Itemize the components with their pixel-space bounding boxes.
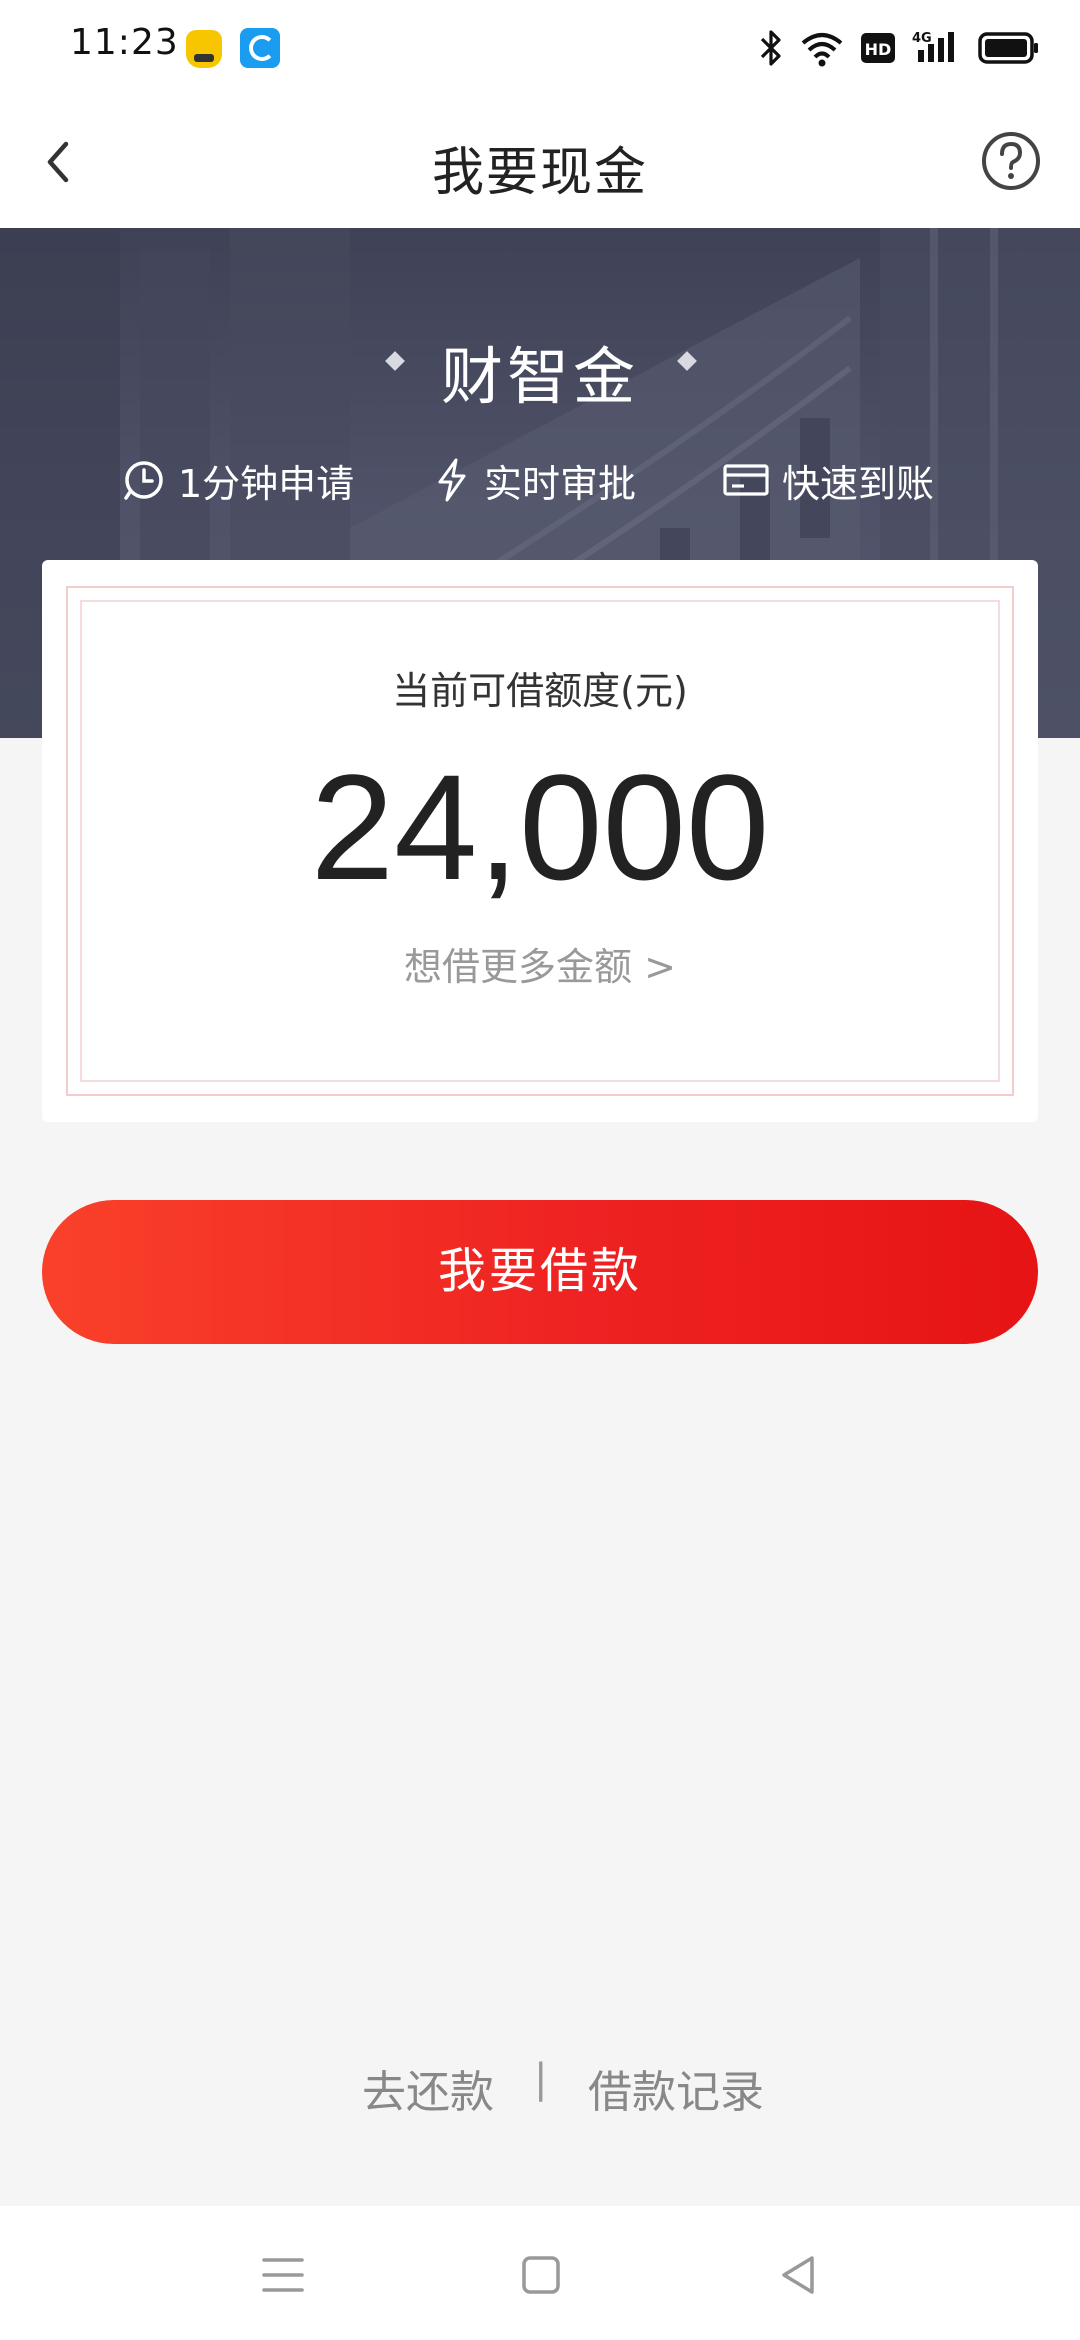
credit-limit-card: 当前可借额度(元) 24,000 想借更多金额 >	[42, 560, 1038, 1122]
system-back-button[interactable]	[776, 2252, 822, 2298]
bottom-links: 去还款 | 借款记录	[0, 2056, 1080, 2120]
svg-text:4G: 4G	[912, 31, 932, 46]
credit-limit-label: 当前可借额度(元)	[392, 669, 688, 713]
nav-bar: 我要现金	[0, 96, 1080, 228]
app-notification-icon	[186, 30, 222, 68]
svg-text:HD: HD	[865, 40, 892, 59]
status-time: 11:23	[70, 22, 179, 63]
feature-label: 1分钟申请	[178, 461, 355, 506]
status-icons: HD 4G	[758, 26, 1040, 70]
borrow-button[interactable]: 我要借款	[42, 1200, 1038, 1344]
menu-icon	[262, 2258, 304, 2292]
link-separator: |	[534, 2056, 548, 2102]
browser-notification-icon	[240, 28, 280, 68]
triangle-back-icon	[782, 2256, 814, 2294]
feature-apply: 1分钟申请	[122, 450, 354, 510]
card-icon	[723, 464, 769, 496]
repay-link[interactable]: 去还款	[362, 2056, 494, 2120]
help-button[interactable]	[980, 130, 1042, 192]
battery-icon	[978, 31, 1040, 65]
square-icon	[522, 2256, 560, 2294]
hd-icon: HD	[860, 30, 896, 66]
feature-approve: 实时审批	[432, 450, 636, 510]
bluetooth-icon	[758, 28, 784, 68]
system-nav-bar	[0, 2206, 1080, 2340]
signal-4g-icon: 4G	[912, 28, 962, 68]
recent-apps-button[interactable]	[260, 2252, 306, 2298]
status-bar: 11:23 HD 4G	[0, 0, 1080, 96]
feature-list: 1分钟申请 实时审批 快速到账	[0, 450, 1080, 510]
wifi-icon	[800, 28, 844, 68]
feature-arrival: 快速到账	[722, 450, 934, 510]
increase-limit-link[interactable]: 想借更多金额 >	[42, 936, 1038, 991]
question-circle-icon	[982, 132, 1040, 190]
lightning-icon	[438, 458, 466, 502]
home-button[interactable]	[518, 2252, 564, 2298]
credit-limit-amount: 24,000	[310, 743, 770, 911]
feature-label: 实时审批	[484, 461, 637, 506]
loan-records-link[interactable]: 借款记录	[588, 2056, 764, 2120]
clock-icon	[124, 461, 163, 500]
product-name: 财智金	[440, 340, 639, 413]
page-title: 我要现金	[431, 143, 648, 203]
feature-label: 快速到账	[782, 461, 935, 506]
